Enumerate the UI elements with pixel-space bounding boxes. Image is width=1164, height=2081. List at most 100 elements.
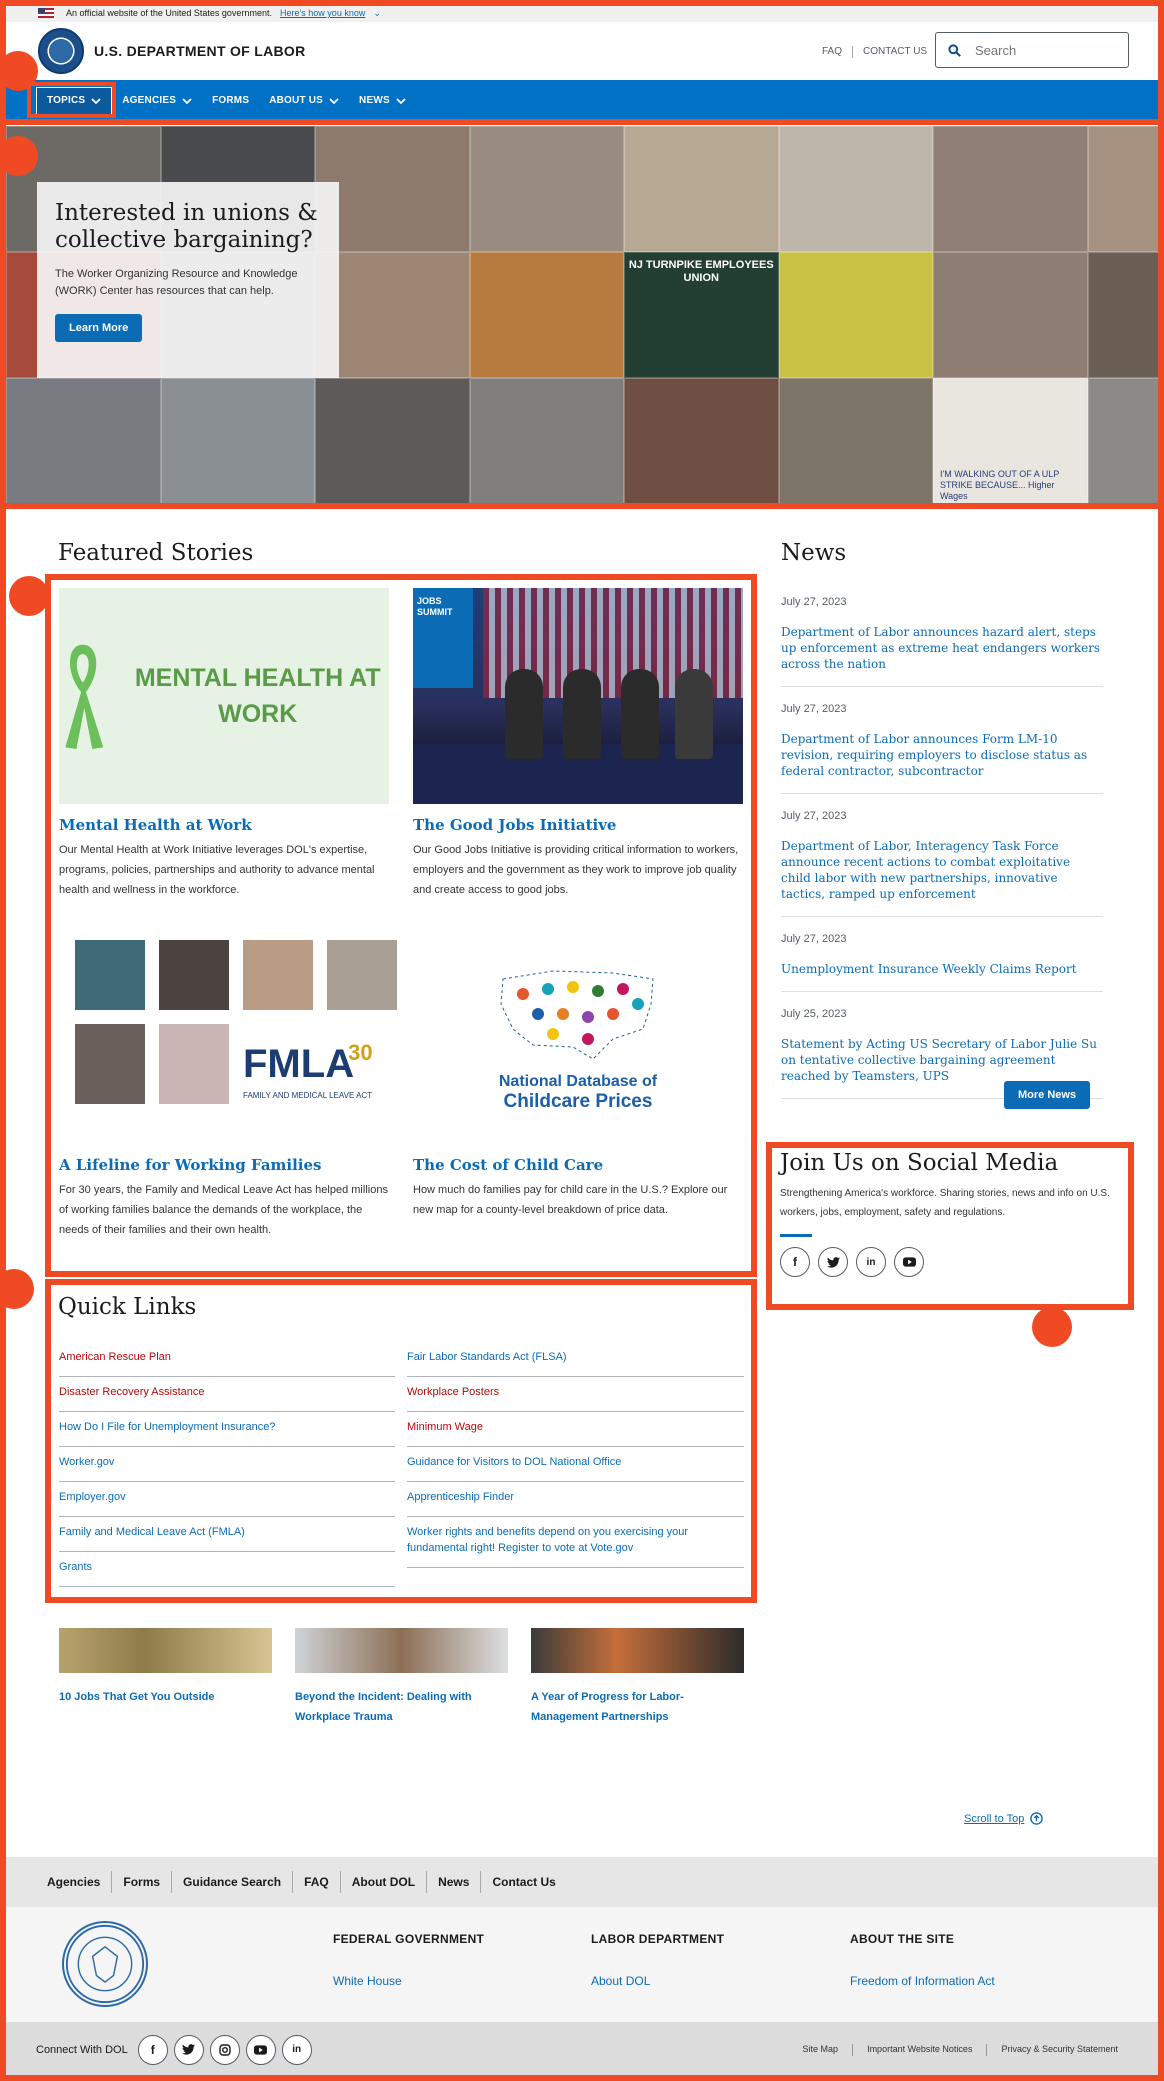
story-title-fmla[interactable]: A Lifeline for Working Families [59,1156,322,1174]
scroll-to-top-link[interactable]: Scroll to Top [964,1812,1044,1825]
footer-link[interactable]: Freedom of Information Act [850,1974,995,1988]
footer-nav-link[interactable]: Agencies [36,1871,113,1893]
child-care-image[interactable]: National Database of Childcare Prices [413,928,743,1144]
quick-links-title: Quick Links [58,1294,197,1320]
nav-forms[interactable]: FORMS [202,87,259,115]
quick-link[interactable]: Apprenticeship Finder [407,1482,744,1517]
news-link[interactable]: Unemployment Insurance Weekly Claims Rep… [781,961,1103,977]
nav-news[interactable]: NEWS [349,87,416,115]
quick-link[interactable]: Workplace Posters [407,1377,744,1412]
nav-about-label: ABOUT US [269,95,324,106]
website-notices-link[interactable]: Important Website Notices [867,2044,972,2056]
quick-link[interactable]: Guidance for Visitors to DOL National Of… [407,1447,744,1482]
good-jobs-image[interactable]: JOBS SUMMIT [413,588,743,804]
privacy-link[interactable]: Privacy & Security Statement [1001,2044,1118,2056]
news-link[interactable]: Department of Labor announces hazard ale… [781,624,1103,672]
footer-link[interactable]: White House [333,1974,484,1988]
strike-sign: I'M WALKING OUT OF A ULP STRIKE BECAUSE.… [933,378,1088,504]
youtube-icon[interactable] [245,2034,276,2065]
marker-dot [9,576,49,616]
quick-link[interactable]: Minimum Wage [407,1412,744,1447]
quick-link[interactable]: Employer.gov [59,1482,395,1517]
story-title-child-care[interactable]: The Cost of Child Care [413,1156,603,1174]
divider [852,2043,854,2056]
featured-stories-title: Featured Stories [58,540,254,566]
story-title-good-jobs[interactable]: The Good Jobs Initiative [413,816,616,834]
more-news-button[interactable]: More News [1004,1081,1091,1109]
footer-nav-link[interactable]: Forms [112,1871,173,1893]
promo-image[interactable] [59,1628,272,1673]
footer-nav-link[interactable]: Contact Us [481,1871,566,1893]
linkedin-icon[interactable]: in [856,1247,886,1277]
nav-about-us[interactable]: ABOUT US [259,87,349,115]
family-photo [243,940,313,1010]
story-title-mental-health[interactable]: Mental Health at Work [59,816,252,834]
heres-how-you-know-link[interactable]: Here’s how you know [280,8,365,18]
quick-link[interactable]: Worker.gov [59,1447,395,1482]
chevron-down-icon[interactable]: ⌄ [373,8,381,19]
nav-agencies[interactable]: AGENCIES [112,87,202,115]
chevron-down-icon [329,97,339,104]
accent-bar [780,1234,812,1237]
news-link[interactable]: Department of Labor, Interagency Task Fo… [781,838,1103,902]
promo-card: 10 Jobs That Get You Outside [59,1628,272,1707]
family-photo [75,940,145,1010]
fmla-image[interactable]: FMLA 30 FAMILY AND MEDICAL LEAVE ACT [59,928,397,1144]
quick-link[interactable]: Worker rights and benefits depend on you… [407,1517,744,1568]
quick-link[interactable]: Fair Labor Standards Act (FLSA) [407,1342,744,1377]
dol-seal-logo[interactable] [38,28,84,74]
facebook-icon[interactable]: f [137,2034,168,2065]
hero-photo [778,378,933,504]
dol-seal-icon [62,1921,148,2007]
news-list: July 27, 2023 Department of Labor announc… [781,580,1103,1099]
footer-nav-link[interactable]: FAQ [293,1871,341,1893]
promo-card: Beyond the Incident: Dealing with Workpl… [295,1628,508,1727]
contact-us-link[interactable]: CONTACT US [863,46,927,58]
news-item: July 27, 2023 Department of Labor announc… [781,687,1103,794]
news-date: July 25, 2023 [781,1008,847,1020]
linkedin-icon[interactable]: in [281,2034,312,2065]
nav-topics[interactable]: TOPICS [36,86,113,115]
promo-link[interactable]: Beyond the Incident: Dealing with Workpl… [295,1687,508,1727]
panelist [675,669,713,759]
instagram-icon[interactable] [209,2034,240,2065]
footer-nav-link[interactable]: News [427,1871,482,1893]
footer-nav-link[interactable]: Guidance Search [172,1871,294,1893]
twitter-icon[interactable] [173,2034,204,2065]
news-link[interactable]: Department of Labor announces Form LM-10… [781,731,1103,779]
quick-link[interactable]: Grants [59,1552,395,1587]
twitter-icon[interactable] [818,1247,848,1277]
fmla-logo-subtitle: FAMILY AND MEDICAL LEAVE ACT [243,1091,373,1100]
learn-more-button[interactable]: Learn More [55,314,143,342]
quick-link[interactable]: How Do I File for Unemployment Insurance… [59,1412,395,1447]
chevron-down-icon [91,97,101,104]
hero-photo [778,252,933,378]
promo-image[interactable] [295,1628,508,1673]
promo-link[interactable]: 10 Jobs That Get You Outside [59,1687,272,1707]
news-item: July 27, 2023 Unemployment Insurance Week… [781,917,1103,992]
footer-main: FEDERAL GOVERNMENT White House LABOR DEP… [6,1907,1158,2022]
quick-link[interactable]: Family and Medical Leave Act (FMLA) [59,1517,395,1552]
mental-health-image[interactable]: MENTAL HEALTH AT WORK [59,588,389,804]
promo-link[interactable]: A Year of Progress for Labor-Management … [531,1687,744,1727]
hero-card: Interested in unions & collective bargai… [37,182,339,378]
quick-link[interactable]: American Rescue Plan [59,1342,395,1377]
promo-image[interactable] [531,1628,744,1673]
footer-column: LABOR DEPARTMENT About DOL [591,1932,724,1988]
search-placeholder: Search [975,42,1017,58]
search-input[interactable]: Search [935,32,1129,68]
family-photo [75,1024,145,1104]
footer-link[interactable]: About DOL [591,1974,724,1988]
faq-link[interactable]: FAQ [822,46,842,58]
footer-nav-link[interactable]: About DOL [341,1871,428,1893]
footer-nav: Agencies Forms Guidance Search FAQ About… [6,1857,1158,1907]
site-map-link[interactable]: Site Map [803,2044,839,2056]
news-link[interactable]: Statement by Acting US Secretary of Labo… [781,1036,1103,1084]
site-brand[interactable]: U.S. DEPARTMENT OF LABOR [94,43,306,59]
hero-photo [315,378,470,504]
hero-photo [624,378,779,504]
chevron-down-icon [396,97,406,104]
facebook-icon[interactable]: f [780,1247,810,1277]
youtube-icon[interactable] [894,1247,924,1277]
quick-link[interactable]: Disaster Recovery Assistance [59,1377,395,1412]
